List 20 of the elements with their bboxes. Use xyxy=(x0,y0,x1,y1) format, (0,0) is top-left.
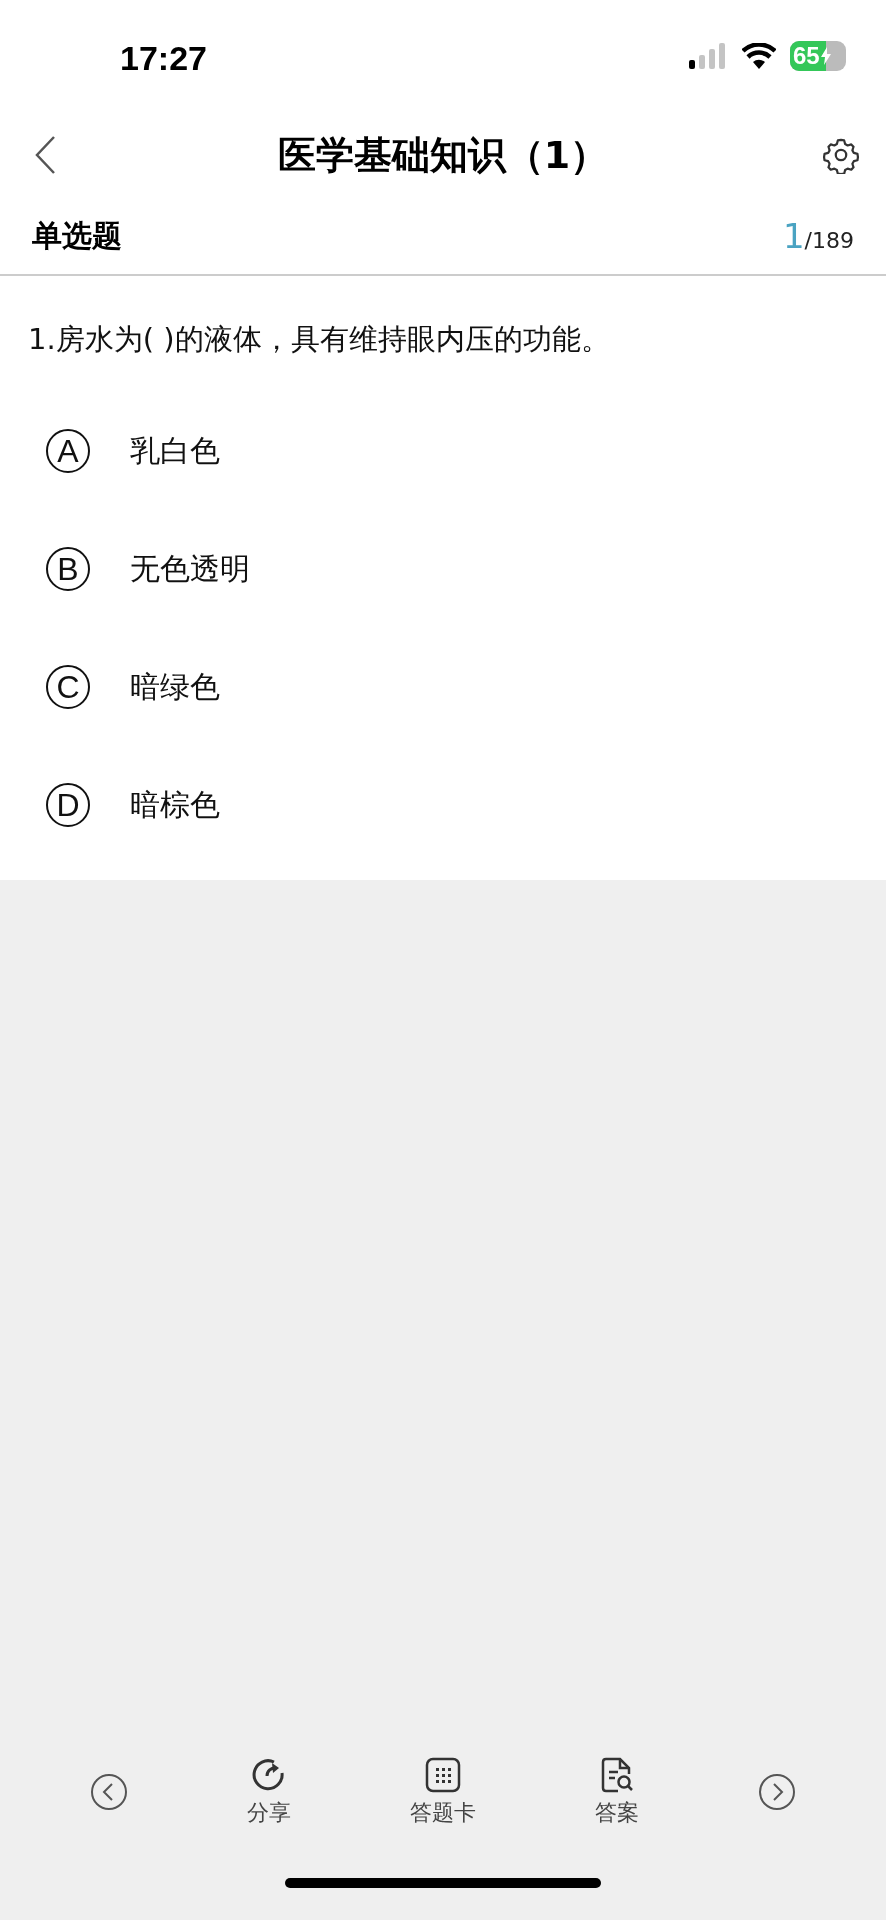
page-title: 医学基础知识（1） xyxy=(277,131,609,179)
grid-icon xyxy=(423,1756,462,1794)
status-time: 17:27 xyxy=(120,38,207,78)
question-type: 单选题 xyxy=(32,216,122,255)
answer-option[interactable]: A 乳白色 xyxy=(0,392,266,510)
total-count: /189 xyxy=(804,228,854,253)
previous-button[interactable] xyxy=(89,1773,128,1811)
current-number: 1 xyxy=(782,216,805,256)
wifi-icon xyxy=(742,43,776,69)
battery-percent: 65 xyxy=(792,42,820,70)
answer-option[interactable]: B 无色透明 xyxy=(0,510,296,628)
question-text: 1.房水为( )的液体，具有维持眼内压的功能。 xyxy=(27,321,611,358)
answer-option[interactable]: D 暗棕色 xyxy=(0,746,266,864)
card-button[interactable]: 答题卡 xyxy=(409,1756,476,1828)
share-button[interactable]: 分享 xyxy=(246,1756,291,1828)
answer-button[interactable]: 答案 xyxy=(595,1756,640,1828)
signal-icon xyxy=(688,43,728,69)
next-button[interactable] xyxy=(758,1773,797,1811)
chevron-left-icon xyxy=(34,135,56,175)
answer-option[interactable]: C 暗绿色 xyxy=(0,628,266,746)
